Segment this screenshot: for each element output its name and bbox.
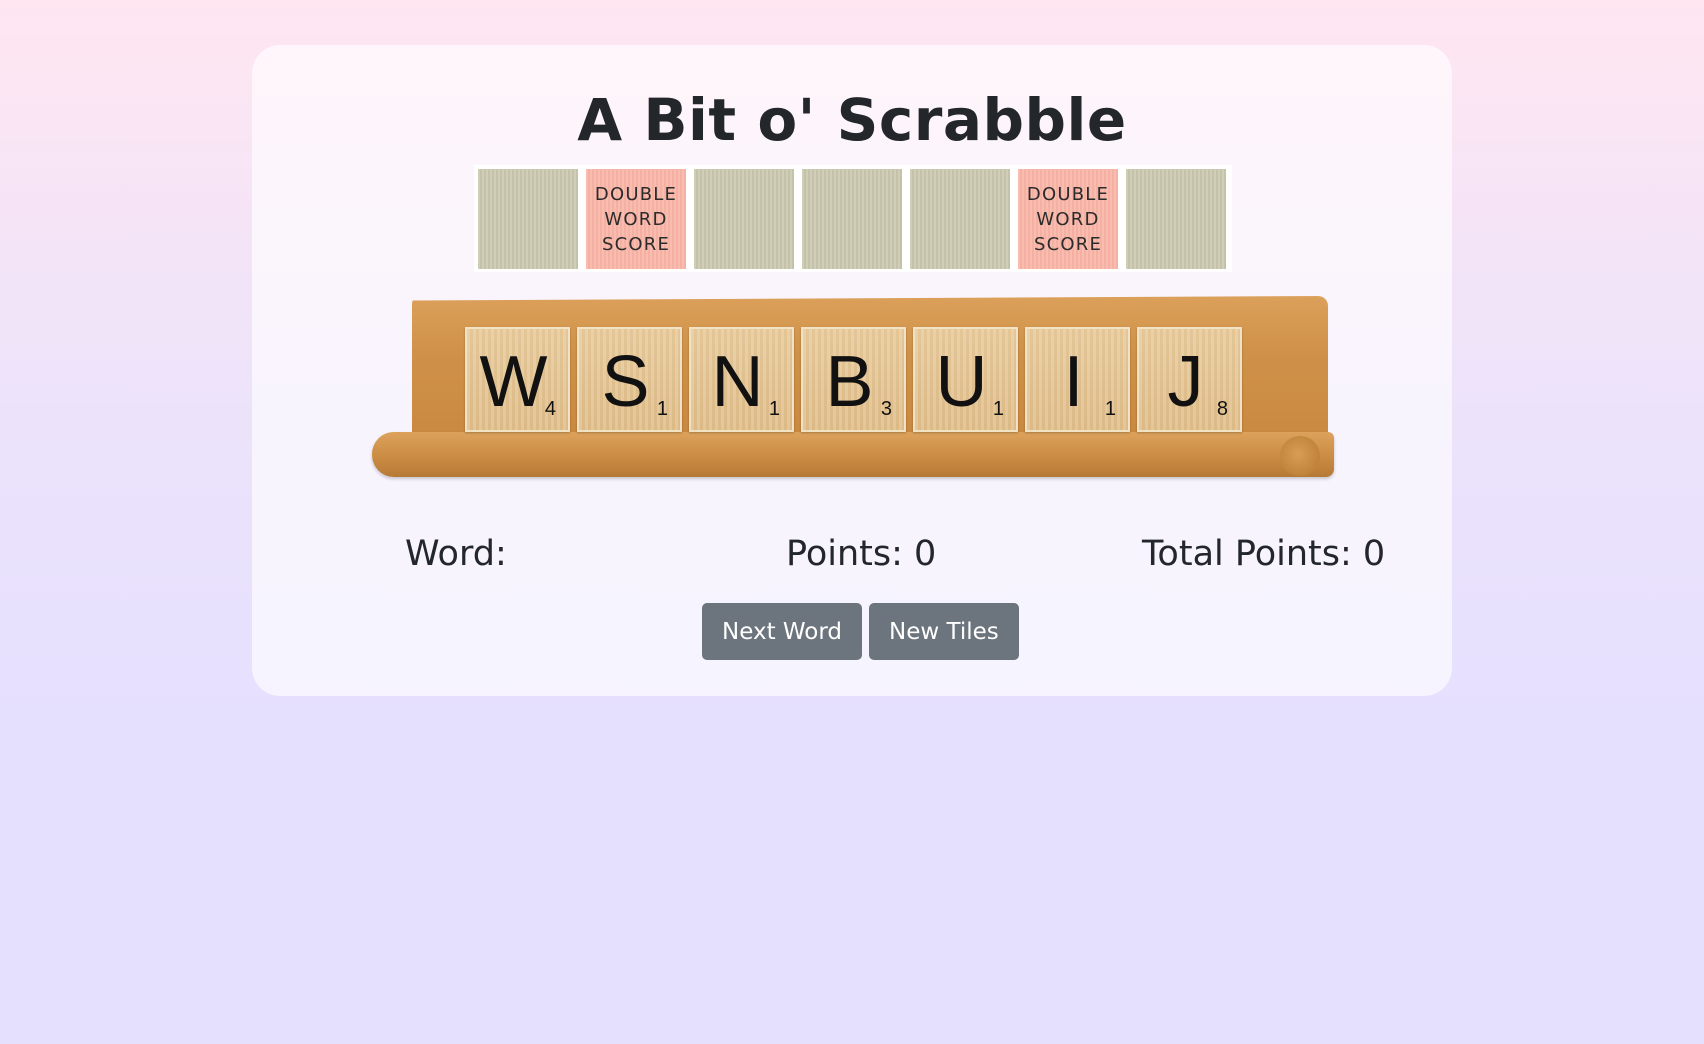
total-points: Total Points: 0 (1142, 534, 1386, 574)
tile-s[interactable]: S 1 (577, 327, 682, 432)
board-square-7[interactable] (1126, 169, 1226, 269)
action-buttons: Next Word New Tiles (702, 603, 1019, 660)
tile-value: 3 (880, 398, 892, 420)
tile-u[interactable]: U 1 (913, 327, 1018, 432)
tile-n[interactable]: N 1 (689, 327, 794, 432)
tile-value: 1 (1104, 398, 1116, 420)
square-label: DOUBLE WORD SCORE (594, 183, 678, 255)
tile-j[interactable]: J 8 (1137, 327, 1242, 432)
tile-b[interactable]: B 3 (801, 327, 906, 432)
new-tiles-button[interactable]: New Tiles (869, 603, 1019, 660)
word-points: Points: 0 (786, 534, 937, 574)
board-square-1[interactable] (478, 169, 578, 269)
board-square-5[interactable] (910, 169, 1010, 269)
rack-end-cap (1280, 436, 1320, 476)
board-row: DOUBLE WORD SCORE DOUBLE WORD SCORE (474, 165, 1232, 272)
tile-w[interactable]: W 4 (465, 327, 570, 432)
tile-value: 1 (768, 398, 780, 420)
tile-value: 4 (544, 398, 556, 420)
current-word: Word: (405, 534, 507, 574)
rack-tiles: W 4 S 1 N 1 B 3 U 1 I 1 J 8 (465, 327, 1242, 432)
square-label: DOUBLE WORD SCORE (1026, 183, 1110, 255)
rack-front-ledge (372, 432, 1334, 477)
board-square-2-double-word[interactable]: DOUBLE WORD SCORE (586, 169, 686, 269)
tile-i[interactable]: I 1 (1025, 327, 1130, 432)
board-square-3[interactable] (694, 169, 794, 269)
page-title: A Bit o' Scrabble (577, 86, 1127, 154)
board-square-6-double-word[interactable]: DOUBLE WORD SCORE (1018, 169, 1118, 269)
tile-value: 1 (656, 398, 668, 420)
next-word-button[interactable]: Next Word (702, 603, 863, 660)
tile-value: 8 (1216, 398, 1228, 420)
tile-value: 1 (992, 398, 1004, 420)
board-square-4[interactable] (802, 169, 902, 269)
